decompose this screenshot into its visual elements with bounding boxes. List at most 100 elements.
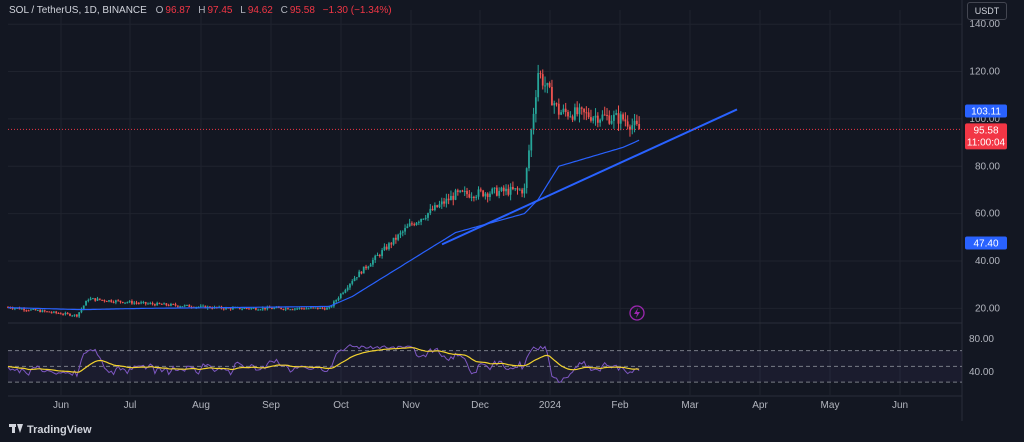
time-tick-label: Dec — [471, 400, 489, 411]
candle — [144, 301, 147, 306]
candle — [590, 109, 592, 123]
price-tick-label: 120.00 — [969, 67, 1000, 78]
candle — [406, 223, 409, 229]
candle — [64, 311, 67, 316]
tradingview-logo[interactable]: TradingView — [9, 424, 92, 436]
candle — [500, 186, 503, 193]
candle — [346, 285, 349, 292]
candle — [142, 300, 145, 304]
candle — [73, 314, 76, 317]
price-tick-label: 20.00 — [975, 303, 1000, 314]
candle — [404, 224, 406, 235]
candle — [587, 108, 590, 120]
candle — [36, 309, 39, 312]
candle — [610, 115, 613, 125]
candle — [176, 305, 179, 308]
candle — [202, 304, 204, 307]
time-tick-label: Jun — [892, 400, 908, 411]
ma2-value-tag-text: 47.40 — [973, 238, 998, 249]
rsi-pane: 80.00 40.00 — [7, 334, 994, 383]
candle — [521, 187, 523, 198]
candle — [344, 288, 347, 294]
candle — [420, 218, 423, 226]
candle — [374, 254, 377, 263]
candle — [39, 308, 42, 313]
candle — [401, 230, 404, 237]
candle — [25, 309, 28, 312]
candle — [98, 298, 101, 301]
candle — [541, 69, 544, 90]
candle — [131, 299, 133, 305]
candle — [555, 102, 558, 107]
candle — [101, 299, 103, 301]
price-chart[interactable]: 140.00120.00100.0080.0060.0040.0020.00 1… — [0, 0, 1024, 421]
candle — [355, 277, 358, 281]
rsi-tick-label: 80.00 — [969, 334, 994, 345]
candle — [367, 265, 370, 270]
candle — [544, 76, 546, 93]
candle — [87, 298, 90, 303]
candle — [631, 118, 634, 135]
candle — [615, 109, 618, 116]
currency-button[interactable]: USDT — [967, 2, 1007, 20]
candle — [560, 109, 563, 116]
candle — [369, 262, 372, 267]
candle — [390, 241, 393, 249]
time-tick-label: Sep — [262, 400, 280, 411]
candle — [303, 307, 305, 310]
candle — [534, 90, 537, 123]
footer-bar: TradingView — [0, 421, 1024, 442]
candle — [505, 184, 507, 196]
candle — [264, 307, 266, 311]
candle — [94, 298, 97, 302]
candle — [92, 297, 94, 300]
candle — [498, 187, 501, 199]
candle — [172, 303, 175, 305]
candle — [156, 301, 159, 306]
candle — [433, 202, 436, 212]
candle — [151, 301, 154, 306]
price-tick-label: 140.00 — [969, 19, 1000, 30]
candle — [362, 266, 365, 274]
close-value: 95.58 — [289, 5, 315, 16]
candle — [466, 187, 468, 198]
candle — [163, 302, 165, 305]
candle — [399, 230, 402, 239]
candle — [397, 233, 400, 242]
candle — [280, 307, 283, 310]
candle — [174, 302, 177, 307]
candle — [422, 218, 425, 220]
candle — [450, 190, 452, 201]
candle — [532, 107, 535, 135]
candle — [392, 237, 395, 246]
candle — [580, 106, 583, 115]
time-tick-label: Aug — [192, 400, 210, 411]
symbol-title[interactable]: SOL / TetherUS, 1D, BINANCE — [9, 5, 147, 16]
candle — [135, 300, 138, 305]
candle — [635, 114, 638, 126]
candle — [463, 186, 466, 197]
candle — [48, 311, 51, 313]
last-price-tag-text: 95.58 — [973, 125, 998, 136]
candle — [43, 309, 46, 313]
candle — [424, 214, 427, 221]
candle — [573, 103, 576, 122]
time-tick-label: May — [821, 400, 840, 411]
candle — [298, 307, 301, 310]
candle — [530, 128, 533, 158]
time-tick-label: Mar — [681, 400, 699, 411]
tradingview-logo-icon — [9, 424, 23, 433]
price-axis: 140.00120.00100.0080.0060.0040.0020.00 — [969, 19, 1000, 314]
candle — [456, 188, 459, 196]
candle — [121, 301, 124, 304]
ma-value-tag-text: 103.11 — [971, 107, 1001, 118]
candle — [385, 244, 388, 251]
candle — [383, 243, 386, 251]
candle — [482, 189, 484, 198]
candle — [323, 307, 326, 311]
candle — [415, 221, 418, 226]
candle — [321, 306, 324, 310]
chart-window: 140.00 120.00 100.00 80.00 60.00 40.00 20.00 1… — [0, 0, 1024, 442]
candle — [349, 283, 351, 290]
candle — [408, 218, 411, 227]
